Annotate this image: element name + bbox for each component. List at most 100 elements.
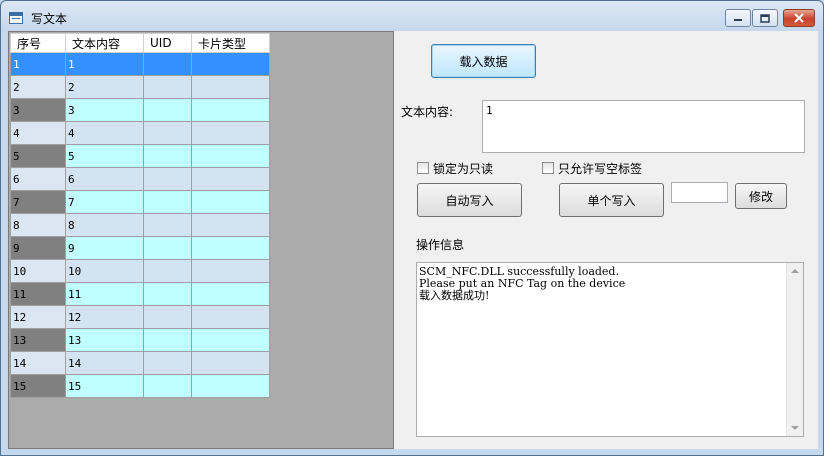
table-row[interactable]: 88	[10, 213, 270, 237]
app-icon	[9, 12, 23, 24]
only-blank-label[interactable]: 只允许写空标签	[558, 160, 642, 177]
col-header-card-type[interactable]: 卡片类型	[191, 33, 270, 53]
card-type-cell[interactable]	[191, 52, 270, 76]
table-row[interactable]: 12 12	[10, 305, 270, 329]
row-number-cell[interactable]: 14	[10, 351, 66, 375]
row-number-cell[interactable]: 7	[10, 190, 66, 214]
card-type-cell[interactable]	[191, 190, 270, 214]
card-type-cell[interactable]	[191, 75, 270, 99]
uid-cell[interactable]	[143, 52, 192, 76]
uid-cell[interactable]	[143, 144, 192, 168]
table-row[interactable]: 15 15	[10, 374, 270, 398]
text-content-cell[interactable]: 10	[65, 259, 144, 283]
text-content-cell[interactable]: 3	[65, 98, 144, 122]
row-number-cell[interactable]: 2	[10, 75, 66, 99]
table-row[interactable]: 44	[10, 121, 270, 145]
row-number-cell[interactable]: 10	[10, 259, 66, 283]
card-type-cell[interactable]	[191, 282, 270, 306]
card-type-cell[interactable]	[191, 144, 270, 168]
col-header-uid[interactable]: UID	[143, 33, 192, 53]
lock-readonly-label[interactable]: 锁定为只读	[433, 160, 493, 177]
uid-cell[interactable]	[143, 328, 192, 352]
text-content-cell[interactable]: 15	[65, 374, 144, 398]
row-number-cell[interactable]: 6	[10, 167, 66, 191]
uid-cell[interactable]	[143, 190, 192, 214]
text-content-cell[interactable]: 4	[65, 121, 144, 145]
grid-table[interactable]: 序号 文本内容 UID 卡片类型 1 1 2 2 3 3 4 4 5 5 6 6 7 7 8 8 9 9 10 10 1…	[10, 33, 270, 398]
col-header-no[interactable]: 序号	[10, 33, 66, 53]
text-content-cell[interactable]: 13	[65, 328, 144, 352]
row-number-cell[interactable]: 3	[10, 98, 66, 122]
modify-button[interactable]: 修改	[735, 183, 787, 209]
load-data-button[interactable]: 载入数据	[431, 44, 536, 78]
row-number-cell[interactable]: 15	[10, 374, 66, 398]
table-row[interactable]: 66	[10, 167, 270, 191]
table-row[interactable]: 13 13	[10, 328, 270, 352]
row-number-cell[interactable]: 8	[10, 213, 66, 237]
text-content-input[interactable]: 1	[482, 100, 805, 153]
uid-cell[interactable]	[143, 75, 192, 99]
text-content-cell[interactable]: 5	[65, 144, 144, 168]
text-content-cell[interactable]: 12	[65, 305, 144, 329]
minimize-button[interactable]	[725, 9, 751, 27]
single-write-input[interactable]	[671, 182, 728, 203]
auto-write-button[interactable]: 自动写入	[417, 183, 522, 217]
card-type-cell[interactable]	[191, 98, 270, 122]
text-content-cell[interactable]: 7	[65, 190, 144, 214]
row-number-cell[interactable]: 9	[10, 236, 66, 260]
lock-readonly-checkbox[interactable]	[417, 162, 429, 174]
text-content-cell[interactable]: 6	[65, 167, 144, 191]
uid-cell[interactable]	[143, 98, 192, 122]
text-content-cell[interactable]: 14	[65, 351, 144, 375]
table-row[interactable]: 55	[10, 144, 270, 168]
uid-cell[interactable]	[143, 351, 192, 375]
table-row[interactable]: 14 14	[10, 351, 270, 375]
table-row[interactable]: 33	[10, 98, 270, 122]
text-content-cell[interactable]: 2	[65, 75, 144, 99]
close-button[interactable]	[783, 9, 815, 27]
only-blank-checkbox[interactable]	[542, 162, 554, 174]
log-textarea[interactable]: SCM_NFC.DLL successfully loaded. Please …	[416, 262, 804, 437]
title-bar[interactable]: 写文本	[1, 1, 823, 31]
uid-cell[interactable]	[143, 121, 192, 145]
log-scrollbar[interactable]	[786, 263, 803, 436]
single-write-button[interactable]: 单个写入	[559, 183, 664, 217]
card-type-cell[interactable]	[191, 351, 270, 375]
row-number-cell[interactable]: 1	[10, 52, 66, 76]
uid-cell[interactable]	[143, 282, 192, 306]
card-type-cell[interactable]	[191, 305, 270, 329]
uid-cell[interactable]	[143, 259, 192, 283]
uid-cell[interactable]	[143, 374, 192, 398]
card-type-cell[interactable]	[191, 121, 270, 145]
table-row[interactable]: 11 11	[10, 282, 270, 306]
text-content-cell[interactable]: 8	[65, 213, 144, 237]
card-type-cell[interactable]	[191, 328, 270, 352]
card-type-cell[interactable]	[191, 236, 270, 260]
table-row[interactable]: 10 10	[10, 259, 270, 283]
scroll-up-icon[interactable]	[791, 269, 799, 273]
row-number-cell[interactable]: 12	[10, 305, 66, 329]
card-type-cell[interactable]	[191, 213, 270, 237]
row-number-cell[interactable]: 4	[10, 121, 66, 145]
uid-cell[interactable]	[143, 236, 192, 260]
row-number-cell[interactable]: 11	[10, 282, 66, 306]
maximize-button[interactable]	[752, 9, 778, 27]
uid-cell[interactable]	[143, 213, 192, 237]
table-row[interactable]: 99	[10, 236, 270, 260]
text-content-cell[interactable]: 11	[65, 282, 144, 306]
text-content-cell[interactable]: 9	[65, 236, 144, 260]
row-number-cell[interactable]: 13	[10, 328, 66, 352]
card-type-cell[interactable]	[191, 374, 270, 398]
card-type-cell[interactable]	[191, 259, 270, 283]
uid-cell[interactable]	[143, 305, 192, 329]
uid-cell[interactable]	[143, 167, 192, 191]
table-row[interactable]: 11	[10, 52, 270, 76]
col-header-text[interactable]: 文本内容	[65, 33, 144, 53]
scroll-down-icon[interactable]	[791, 426, 799, 430]
table-row[interactable]: 22	[10, 75, 270, 99]
card-type-cell[interactable]	[191, 167, 270, 191]
row-number-cell[interactable]: 5	[10, 144, 66, 168]
data-grid[interactable]: 序号 文本内容 UID 卡片类型 1 1 2 2 3 3 4 4 5 5 6 6 7 7 8 8 9 9 10 10 1…	[8, 31, 394, 449]
text-content-cell[interactable]: 1	[65, 52, 144, 76]
table-row[interactable]: 77	[10, 190, 270, 214]
